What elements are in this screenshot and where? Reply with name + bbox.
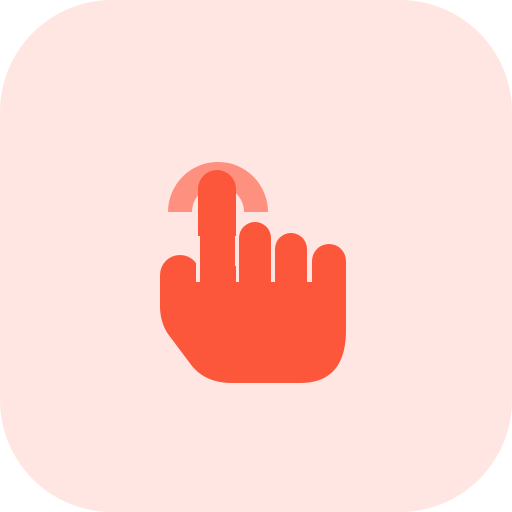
- index-finger-gap-right: [235, 236, 239, 266]
- tap-gesture-icon-tile: [0, 0, 512, 512]
- index-finger: [198, 170, 236, 300]
- index-finger-gap-left: [196, 236, 200, 282]
- tap-gesture-icon: [0, 0, 512, 512]
